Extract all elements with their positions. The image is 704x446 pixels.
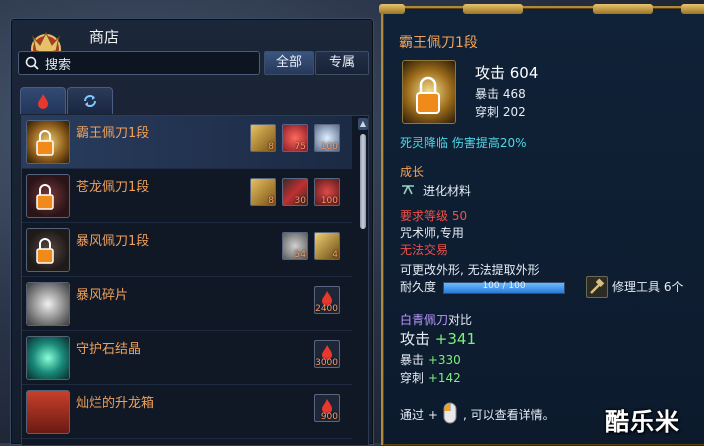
red-flame-icon: 900 <box>314 394 340 422</box>
list-item[interactable]: 苍龙佩刀1段 8 30 100 <box>22 170 352 223</box>
list-item[interactable]: 暴风佩刀1段 54 4 <box>22 224 352 277</box>
refresh-tab-icon <box>84 95 96 107</box>
crit-stat: 暴击 468 <box>475 87 526 101</box>
red-flame-icon: 2400 <box>314 286 340 314</box>
search-placeholder: 搜索 <box>45 58 72 73</box>
search-icon <box>25 56 39 70</box>
attack-stat: 攻击 604 <box>475 64 539 82</box>
lock-icon <box>36 184 54 210</box>
shop-title: 商店 <box>89 28 120 46</box>
hammer-icon <box>586 276 608 298</box>
flame-tab-icon <box>38 94 48 109</box>
compare-item-name: 白青佩刀 <box>400 313 449 327</box>
item-tooltip: 霸王佩刀1段 攻击 604 暴击 468 穿刺 202 死灵降临 伤害提高20%… <box>379 4 704 445</box>
red-blade-icon: 30 <box>282 178 308 206</box>
scroll-thumb[interactable] <box>360 134 366 229</box>
item-icon <box>26 120 70 164</box>
durability-value: 100 / 100 <box>482 281 526 291</box>
scroll-up-arrow-icon[interactable]: ▲ <box>358 118 368 130</box>
gold-top-ornament <box>593 4 653 14</box>
gold-corner-ornament <box>379 4 405 14</box>
grey-ore-icon: 54 <box>282 232 308 260</box>
repair-tool-count: 修理工具 6个 <box>612 280 684 294</box>
compare-attack-value: +341 <box>434 330 476 348</box>
growth-material: 进化材料 <box>423 184 472 198</box>
appearance-note: 可更改外形, 无法提取外形 <box>400 263 540 277</box>
gold-token-icon: 4 <box>314 232 340 260</box>
item-name: 霸王佩刀1段 <box>76 126 150 141</box>
level-requirement: 要求等级 50 <box>400 209 468 223</box>
item-name: 守护石结晶 <box>76 342 142 357</box>
compare-crit: 暴击 +330 <box>400 351 461 368</box>
compare-pierce: 穿刺 +142 <box>400 369 461 386</box>
list-item[interactable]: 守护石结晶 3000 <box>22 332 352 385</box>
crystal-icon: 100 <box>314 124 340 152</box>
list-item[interactable]: 霸王佩刀1段 8 75 100 <box>22 116 352 169</box>
item-icon <box>26 336 70 380</box>
evolve-arrow-icon <box>402 185 414 195</box>
durability-bar: 100 / 100 <box>443 281 565 294</box>
list-item[interactable]: 暴风碎片 2400 <box>22 278 352 331</box>
list-item[interactable]: 灿烂的升龙箱 900 <box>22 386 352 439</box>
class-restriction: 咒术师,专用 <box>400 226 464 240</box>
item-list: 霸王佩刀1段 8 75 100 苍龙佩刀1段 8 30 100 暴风佩刀1段 5… <box>21 115 369 446</box>
growth-label: 成长 <box>400 165 425 179</box>
filter-all-button[interactable]: 全部 <box>264 51 314 75</box>
lock-icon <box>36 130 54 156</box>
tab-refresh[interactable] <box>67 87 113 114</box>
lock-icon <box>416 76 440 114</box>
pierce-stat: 穿刺 202 <box>475 105 526 119</box>
item-icon <box>26 174 70 218</box>
compare-pierce-value: +142 <box>427 371 461 385</box>
scrollbar[interactable]: ▲ <box>358 118 368 443</box>
trade-restriction: 无法交易 <box>400 243 449 257</box>
item-name: 暴风佩刀1段 <box>76 234 150 249</box>
item-icon <box>26 228 70 272</box>
effect-text: 死灵降临 伤害提高20% <box>400 136 527 150</box>
item-name: 灿烂的升龙箱 <box>76 396 155 411</box>
gold-bar-icon: 8 <box>250 178 276 206</box>
item-icon <box>26 390 70 434</box>
hint-suffix: , 可以查看详情。 <box>463 408 555 422</box>
search-input[interactable]: 搜索 <box>18 51 260 75</box>
mouse-icon <box>443 402 457 424</box>
red-flame-icon: 3000 <box>314 340 340 368</box>
red-orb-icon: 75 <box>282 124 308 152</box>
gold-corner-ornament <box>681 4 704 14</box>
crimson-stone-icon: 100 <box>314 178 340 206</box>
compare-header: 白青佩刀对比 <box>400 311 472 328</box>
compare-pierce-label: 穿刺 <box>400 371 425 385</box>
gold-bar-icon: 8 <box>250 124 276 152</box>
compare-suffix: 对比 <box>448 313 473 327</box>
tooltip-title: 霸王佩刀1段 <box>399 35 478 51</box>
hint-prefix: 通过 + <box>400 408 438 422</box>
compare-crit-value: +330 <box>427 353 461 367</box>
watermark: 酷乐米 <box>605 408 680 436</box>
compare-crit-label: 暴击 <box>400 353 425 367</box>
compare-attack: 攻击 +341 <box>400 328 476 349</box>
item-name: 苍龙佩刀1段 <box>76 180 150 195</box>
item-name: 暴风碎片 <box>76 288 129 303</box>
item-icon <box>402 60 456 124</box>
compare-attack-label: 攻击 <box>400 330 431 348</box>
lock-icon <box>36 238 54 264</box>
tab-flame[interactable] <box>20 87 66 114</box>
item-icon <box>26 282 70 326</box>
shop-panel: 商店 搜索 全部 专属 霸王佩刀1段 8 75 100 苍龙佩刀1段 8 30 … <box>10 18 374 446</box>
gold-top-ornament <box>463 4 523 14</box>
durability-label: 耐久度 <box>400 280 437 294</box>
filter-exclusive-button[interactable]: 专属 <box>315 51 369 75</box>
